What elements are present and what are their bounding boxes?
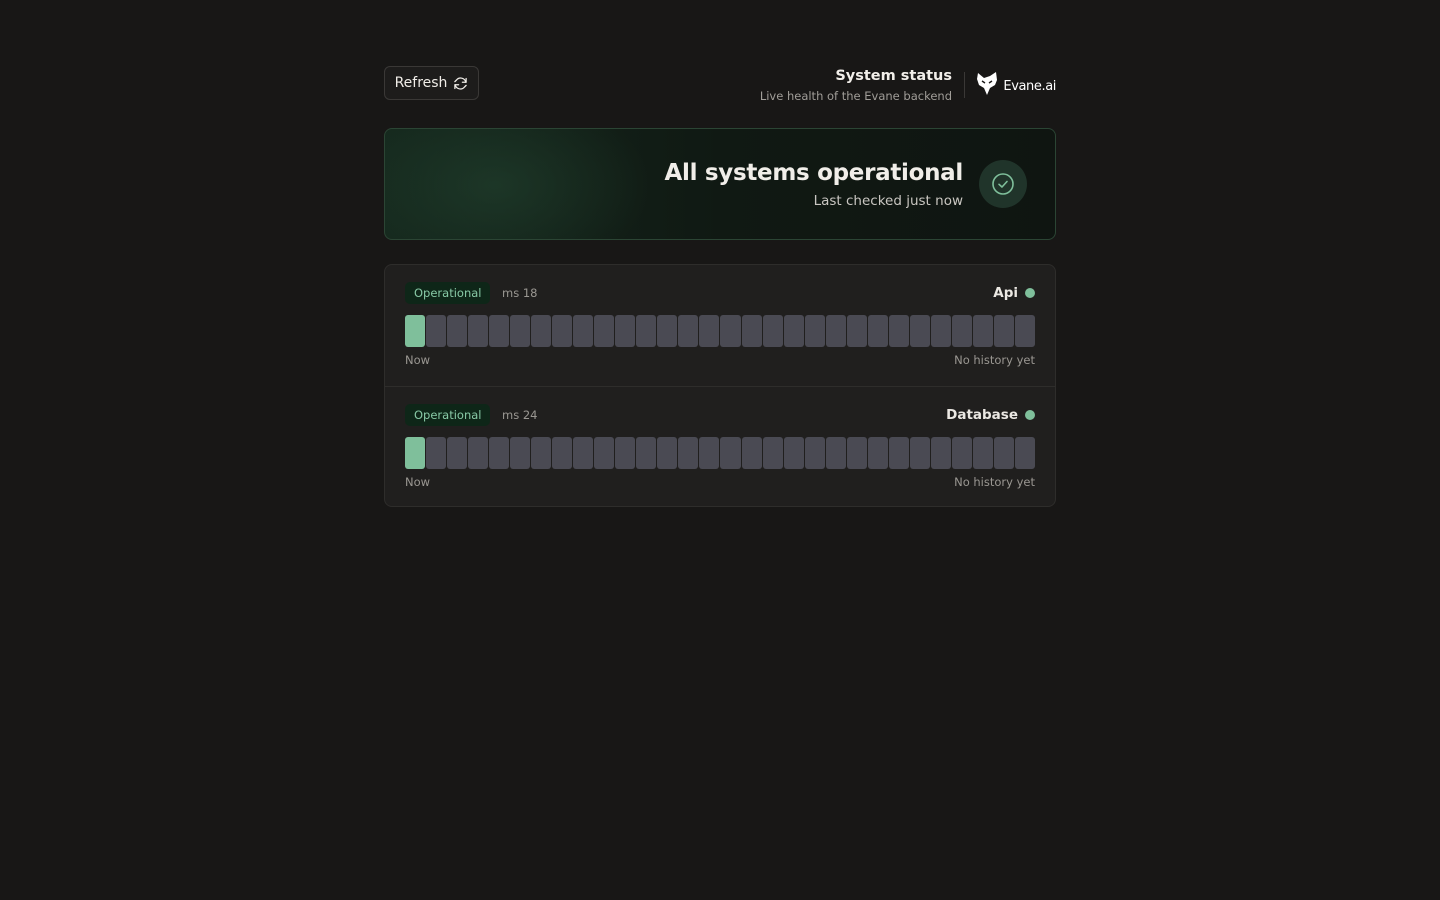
service-row-api: Operational ms 18 Api Now No history yet bbox=[385, 265, 1055, 386]
uptime-bar-empty[interactable] bbox=[426, 315, 447, 347]
uptime-bar-empty[interactable] bbox=[783, 315, 804, 347]
uptime-bar-empty[interactable] bbox=[930, 437, 951, 469]
latency-value: ms 18 bbox=[502, 286, 538, 300]
uptime-bar-empty[interactable] bbox=[951, 315, 972, 347]
uptime-bar-empty[interactable] bbox=[636, 437, 657, 469]
history-end-label: No history yet bbox=[954, 353, 1035, 367]
page-subtitle: Live health of the Evane backend bbox=[759, 89, 952, 103]
uptime-bar-empty[interactable] bbox=[678, 315, 699, 347]
uptime-bar-empty[interactable] bbox=[573, 437, 594, 469]
uptime-bar-empty[interactable] bbox=[909, 315, 930, 347]
uptime-bar-up[interactable] bbox=[405, 315, 426, 347]
refresh-button[interactable]: Refresh bbox=[384, 66, 479, 100]
uptime-bar-empty[interactable] bbox=[909, 437, 930, 469]
uptime-bar-empty[interactable] bbox=[888, 437, 909, 469]
uptime-bar-empty[interactable] bbox=[951, 437, 972, 469]
uptime-bar-empty[interactable] bbox=[804, 437, 825, 469]
uptime-bar-empty[interactable] bbox=[720, 437, 741, 469]
uptime-bar-empty[interactable] bbox=[552, 315, 573, 347]
uptime-bar-empty[interactable] bbox=[972, 437, 993, 469]
uptime-bar-empty[interactable] bbox=[636, 315, 657, 347]
status-badge: Operational bbox=[405, 404, 491, 426]
uptime-bar-empty[interactable] bbox=[657, 437, 678, 469]
status-badge: Operational bbox=[405, 282, 491, 304]
uptime-bar-empty[interactable] bbox=[972, 315, 993, 347]
latency-value: ms 24 bbox=[502, 408, 538, 422]
brand-name: Evane.ai bbox=[1003, 78, 1056, 94]
check-circle-icon bbox=[979, 160, 1027, 208]
uptime-bar-empty[interactable] bbox=[825, 437, 846, 469]
history-start-label: Now bbox=[405, 353, 431, 367]
overall-status-title: All systems operational bbox=[664, 160, 964, 186]
uptime-history-bars bbox=[405, 437, 1035, 469]
last-checked-text: Last checked just now bbox=[813, 193, 963, 209]
uptime-bar-empty[interactable] bbox=[510, 315, 531, 347]
uptime-bar-empty[interactable] bbox=[531, 315, 552, 347]
history-start-label: Now bbox=[405, 475, 431, 489]
status-dot-icon bbox=[1025, 288, 1035, 298]
uptime-bar-up[interactable] bbox=[405, 437, 426, 469]
uptime-bar-empty[interactable] bbox=[846, 437, 867, 469]
page-title: System status bbox=[835, 68, 952, 84]
uptime-bar-empty[interactable] bbox=[1014, 437, 1035, 469]
uptime-bar-empty[interactable] bbox=[867, 437, 888, 469]
uptime-bar-empty[interactable] bbox=[762, 315, 783, 347]
status-page: Refresh System status Live health of the… bbox=[384, 66, 1056, 507]
service-name: Api bbox=[993, 285, 1018, 301]
uptime-bar-empty[interactable] bbox=[678, 437, 699, 469]
uptime-bar-empty[interactable] bbox=[468, 437, 489, 469]
status-dot-icon bbox=[1025, 410, 1035, 420]
uptime-bar-empty[interactable] bbox=[762, 437, 783, 469]
brand-logo[interactable]: Evane.ai bbox=[975, 71, 1056, 101]
uptime-bar-empty[interactable] bbox=[741, 437, 762, 469]
uptime-bar-empty[interactable] bbox=[468, 315, 489, 347]
header-divider bbox=[964, 72, 965, 98]
uptime-bar-empty[interactable] bbox=[489, 315, 510, 347]
uptime-bar-empty[interactable] bbox=[1014, 315, 1035, 347]
uptime-bar-empty[interactable] bbox=[594, 437, 615, 469]
uptime-bar-empty[interactable] bbox=[720, 315, 741, 347]
services-list: Operational ms 18 Api Now No history yet… bbox=[384, 264, 1056, 507]
uptime-bar-empty[interactable] bbox=[489, 437, 510, 469]
uptime-bar-empty[interactable] bbox=[888, 315, 909, 347]
uptime-bar-empty[interactable] bbox=[447, 315, 468, 347]
uptime-bar-empty[interactable] bbox=[741, 315, 762, 347]
uptime-bar-empty[interactable] bbox=[657, 315, 678, 347]
uptime-bar-empty[interactable] bbox=[846, 315, 867, 347]
uptime-bar-empty[interactable] bbox=[930, 315, 951, 347]
uptime-bar-empty[interactable] bbox=[426, 437, 447, 469]
uptime-bar-empty[interactable] bbox=[594, 315, 615, 347]
uptime-bar-empty[interactable] bbox=[552, 437, 573, 469]
cat-logo-icon bbox=[975, 71, 999, 101]
uptime-bar-empty[interactable] bbox=[699, 315, 720, 347]
page-title-block: System status Live health of the Evane b… bbox=[760, 66, 952, 105]
uptime-bar-empty[interactable] bbox=[615, 437, 636, 469]
header: Refresh System status Live health of the… bbox=[384, 66, 1056, 105]
uptime-bar-empty[interactable] bbox=[447, 437, 468, 469]
uptime-bar-empty[interactable] bbox=[531, 437, 552, 469]
uptime-bar-empty[interactable] bbox=[804, 315, 825, 347]
history-end-label: No history yet bbox=[954, 475, 1035, 489]
uptime-bar-empty[interactable] bbox=[510, 437, 531, 469]
uptime-bar-empty[interactable] bbox=[867, 315, 888, 347]
uptime-bar-empty[interactable] bbox=[825, 315, 846, 347]
uptime-bar-empty[interactable] bbox=[993, 437, 1014, 469]
uptime-bar-empty[interactable] bbox=[615, 315, 636, 347]
refresh-icon bbox=[453, 76, 468, 91]
service-row-database: Operational ms 24 Database Now No histor… bbox=[385, 386, 1055, 506]
uptime-bar-empty[interactable] bbox=[993, 315, 1014, 347]
uptime-bar-empty[interactable] bbox=[573, 315, 594, 347]
refresh-label: Refresh bbox=[394, 75, 448, 91]
overall-status-text: All systems operational Last checked jus… bbox=[665, 157, 964, 211]
uptime-bar-empty[interactable] bbox=[783, 437, 804, 469]
uptime-history-bars bbox=[405, 315, 1035, 347]
overall-status-banner: All systems operational Last checked jus… bbox=[384, 128, 1056, 240]
uptime-bar-empty[interactable] bbox=[699, 437, 720, 469]
service-name: Database bbox=[946, 407, 1018, 423]
